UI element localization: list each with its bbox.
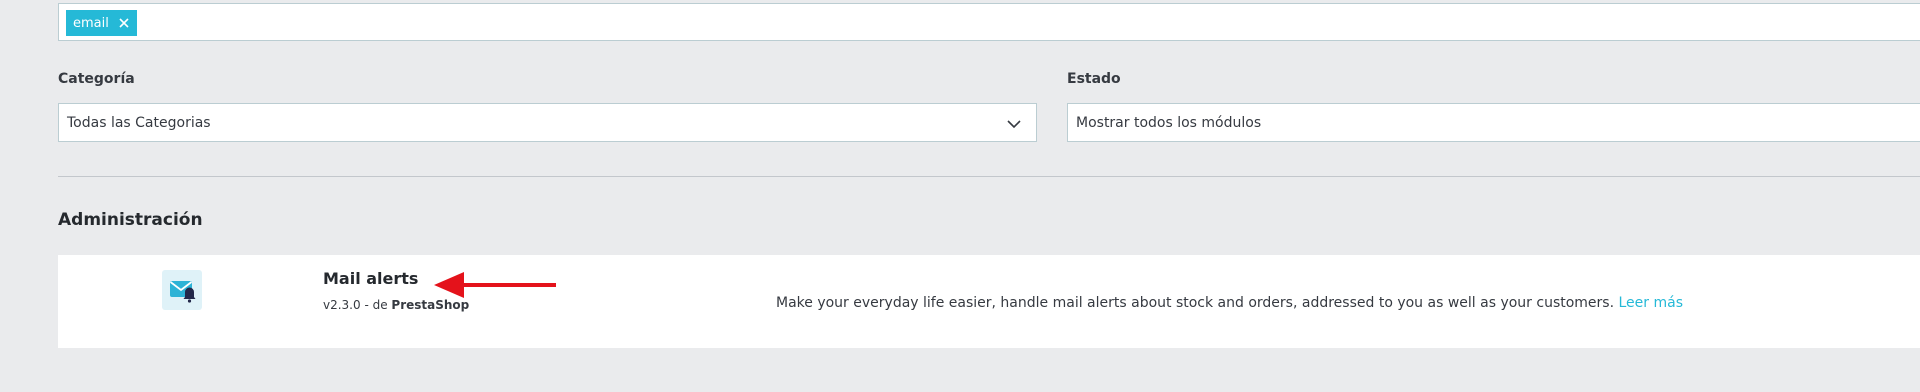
category-label: Categoría: [58, 71, 135, 87]
module-name-link[interactable]: Mail alerts: [323, 269, 418, 288]
module-description: Make your everyday life easier, handle m…: [776, 295, 1683, 311]
status-select[interactable]: Mostrar todos los módulos: [1067, 103, 1920, 142]
status-label: Estado: [1067, 71, 1121, 87]
status-select-value: Mostrar todos los módulos: [1076, 114, 1262, 131]
category-select[interactable]: Todas las Categorias: [58, 103, 1037, 142]
module-search-input[interactable]: email: [58, 3, 1920, 41]
category-select-value: Todas las Categorias: [67, 114, 211, 131]
divider: [58, 176, 1920, 177]
module-author: PrestaShop: [391, 298, 470, 312]
annotation-arrow-icon: [434, 272, 556, 298]
read-more-link[interactable]: Leer más: [1619, 295, 1684, 311]
chevron-down-icon: [1007, 120, 1021, 129]
module-meta: v2.3.0 - de PrestaShop: [323, 298, 469, 312]
search-tag: email: [66, 10, 137, 36]
module-card: Mail alerts v2.3.0 - de PrestaShop Make …: [58, 255, 1920, 348]
module-description-text: Make your everyday life easier, handle m…: [776, 295, 1619, 311]
search-tag-label: email: [73, 15, 109, 31]
section-title: Administración: [58, 210, 203, 230]
module-version: v2.3.0 - de: [323, 298, 392, 312]
remove-tag-icon[interactable]: [119, 18, 129, 28]
mail-bell-icon: [162, 270, 202, 310]
